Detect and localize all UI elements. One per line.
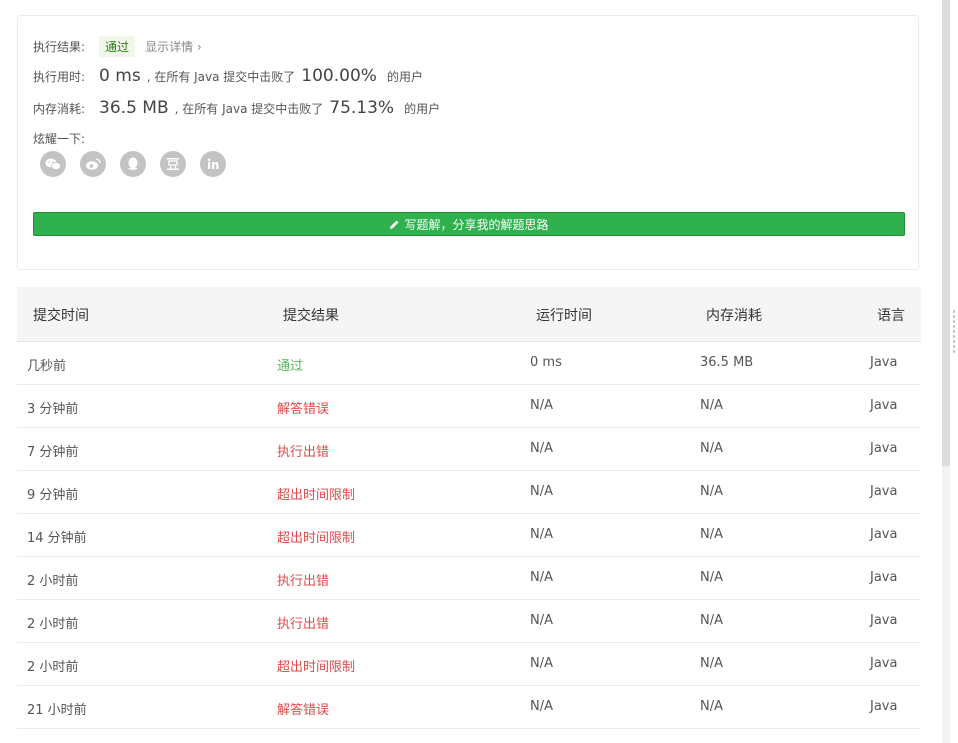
cell-memory: N/A: [700, 656, 723, 671]
cell-runtime: N/A: [530, 699, 553, 714]
exec-result-row: 执行结果: 通过 显示详情 ›: [33, 36, 202, 57]
scrollbar-thumb[interactable]: [942, 0, 950, 466]
cell-memory: N/A: [700, 570, 723, 585]
runtime-beat-text: , 在所有 Java 提交中击败了: [146, 70, 296, 84]
table-row: 21 小时前 解答错误 N/A N/A Java: [17, 686, 921, 729]
memory-label: 内存消耗:: [33, 102, 86, 116]
submissions-table: 提交时间 提交结果 运行时间 内存消耗 语言 几秒前 通过 0 ms 36.5 …: [17, 287, 921, 729]
runtime-label: 执行用时:: [33, 70, 86, 84]
header-memory: 内存消耗: [706, 308, 762, 324]
cell-language: Java: [870, 699, 898, 714]
header-runtime: 运行时间: [536, 308, 592, 324]
cell-time: 14 分钟前: [27, 531, 87, 546]
douban-icon[interactable]: [160, 151, 186, 177]
runtime-percentile: 100.00%: [301, 66, 377, 86]
cell-time: 21 小时前: [27, 703, 87, 718]
write-solution-button[interactable]: 写题解，分享我的解题思路: [33, 212, 905, 236]
weibo-icon[interactable]: [80, 151, 106, 177]
cell-time: 7 分钟前: [27, 445, 79, 460]
table-row: 几秒前 通过 0 ms 36.5 MB Java: [17, 342, 921, 385]
memory-percentile: 75.13%: [329, 98, 395, 118]
runtime-value: 0 ms: [99, 66, 141, 86]
cell-runtime: N/A: [530, 656, 553, 671]
table-row: 3 分钟前 解答错误 N/A N/A Java: [17, 385, 921, 428]
cell-memory: 36.5 MB: [700, 355, 754, 370]
memory-beat-text: , 在所有 Java 提交中击败了: [174, 102, 324, 116]
cell-time: 3 分钟前: [27, 402, 79, 417]
cell-status-link[interactable]: 执行出错: [277, 570, 329, 589]
memory-row: 内存消耗: 36.5 MB , 在所有 Java 提交中击败了 75.13% 的…: [33, 98, 440, 118]
table-row: 2 小时前 执行出错 N/A N/A Java: [17, 600, 921, 643]
cell-runtime: N/A: [530, 570, 553, 585]
cell-memory: N/A: [700, 398, 723, 413]
cell-memory: N/A: [700, 441, 723, 456]
show-details-link[interactable]: 显示详情 ›: [145, 38, 202, 55]
cell-runtime: 0 ms: [530, 355, 562, 370]
table-row: 14 分钟前 超出时间限制 N/A N/A Java: [17, 514, 921, 557]
cell-runtime: N/A: [530, 484, 553, 499]
cell-status-link[interactable]: 执行出错: [277, 441, 329, 460]
cell-time: 2 小时前: [27, 617, 79, 632]
table-row: 7 分钟前 执行出错 N/A N/A Java: [17, 428, 921, 471]
cell-language: Java: [870, 570, 898, 585]
memory-value: 36.5 MB: [99, 98, 169, 118]
cell-status-link[interactable]: 通过: [277, 355, 303, 374]
cell-time: 2 小时前: [27, 574, 79, 589]
resize-handle[interactable]: [952, 309, 956, 353]
cell-time: 几秒前: [27, 359, 67, 374]
cell-status-link[interactable]: 超出时间限制: [277, 656, 355, 675]
pencil-icon: [389, 219, 400, 230]
cell-status-link[interactable]: 解答错误: [277, 398, 329, 417]
table-row: 2 小时前 执行出错 N/A N/A Java: [17, 557, 921, 600]
qq-icon[interactable]: [120, 151, 146, 177]
runtime-users-text: 的用户: [386, 70, 423, 84]
cell-language: Java: [870, 441, 898, 456]
header-language: 语言: [877, 308, 905, 324]
cell-runtime: N/A: [530, 613, 553, 628]
table-header: 提交时间 提交结果 运行时间 内存消耗 语言: [17, 287, 921, 342]
cell-memory: N/A: [700, 699, 723, 714]
submission-result-card: 执行结果: 通过 显示详情 › 执行用时: 0 ms , 在所有 Java 提交…: [17, 15, 919, 270]
cell-language: Java: [870, 355, 898, 370]
cell-memory: N/A: [700, 527, 723, 542]
cell-time: 9 分钟前: [27, 488, 79, 503]
cell-language: Java: [870, 484, 898, 499]
cell-status-link[interactable]: 超出时间限制: [277, 527, 355, 546]
cell-runtime: N/A: [530, 527, 553, 542]
cell-status-link[interactable]: 超出时间限制: [277, 484, 355, 503]
exec-result-label: 执行结果:: [33, 40, 86, 54]
share-label: 炫耀一下:: [33, 132, 86, 146]
header-submit-time: 提交时间: [33, 308, 89, 324]
cell-memory: N/A: [700, 613, 723, 628]
cell-runtime: N/A: [530, 441, 553, 456]
cell-language: Java: [870, 398, 898, 413]
cell-status-link[interactable]: 解答错误: [277, 699, 329, 718]
wechat-icon[interactable]: [40, 151, 66, 177]
cell-status-link[interactable]: 执行出错: [277, 613, 329, 632]
share-icons: [40, 151, 226, 177]
linkedin-icon[interactable]: [200, 151, 226, 177]
cell-time: 2 小时前: [27, 660, 79, 675]
write-solution-label: 写题解，分享我的解题思路: [404, 217, 549, 232]
exec-result-badge: 通过: [99, 36, 136, 57]
cell-runtime: N/A: [530, 398, 553, 413]
table-row: 9 分钟前 超出时间限制 N/A N/A Java: [17, 471, 921, 514]
cell-language: Java: [870, 613, 898, 628]
table-row: 2 小时前 超出时间限制 N/A N/A Java: [17, 643, 921, 686]
memory-users-text: 的用户: [404, 102, 441, 116]
cell-language: Java: [870, 656, 898, 671]
cell-memory: N/A: [700, 484, 723, 499]
runtime-row: 执行用时: 0 ms , 在所有 Java 提交中击败了 100.00% 的用户: [33, 66, 423, 86]
cell-language: Java: [870, 527, 898, 542]
header-submit-result: 提交结果: [283, 308, 339, 324]
share-row: 炫耀一下:: [33, 130, 85, 147]
